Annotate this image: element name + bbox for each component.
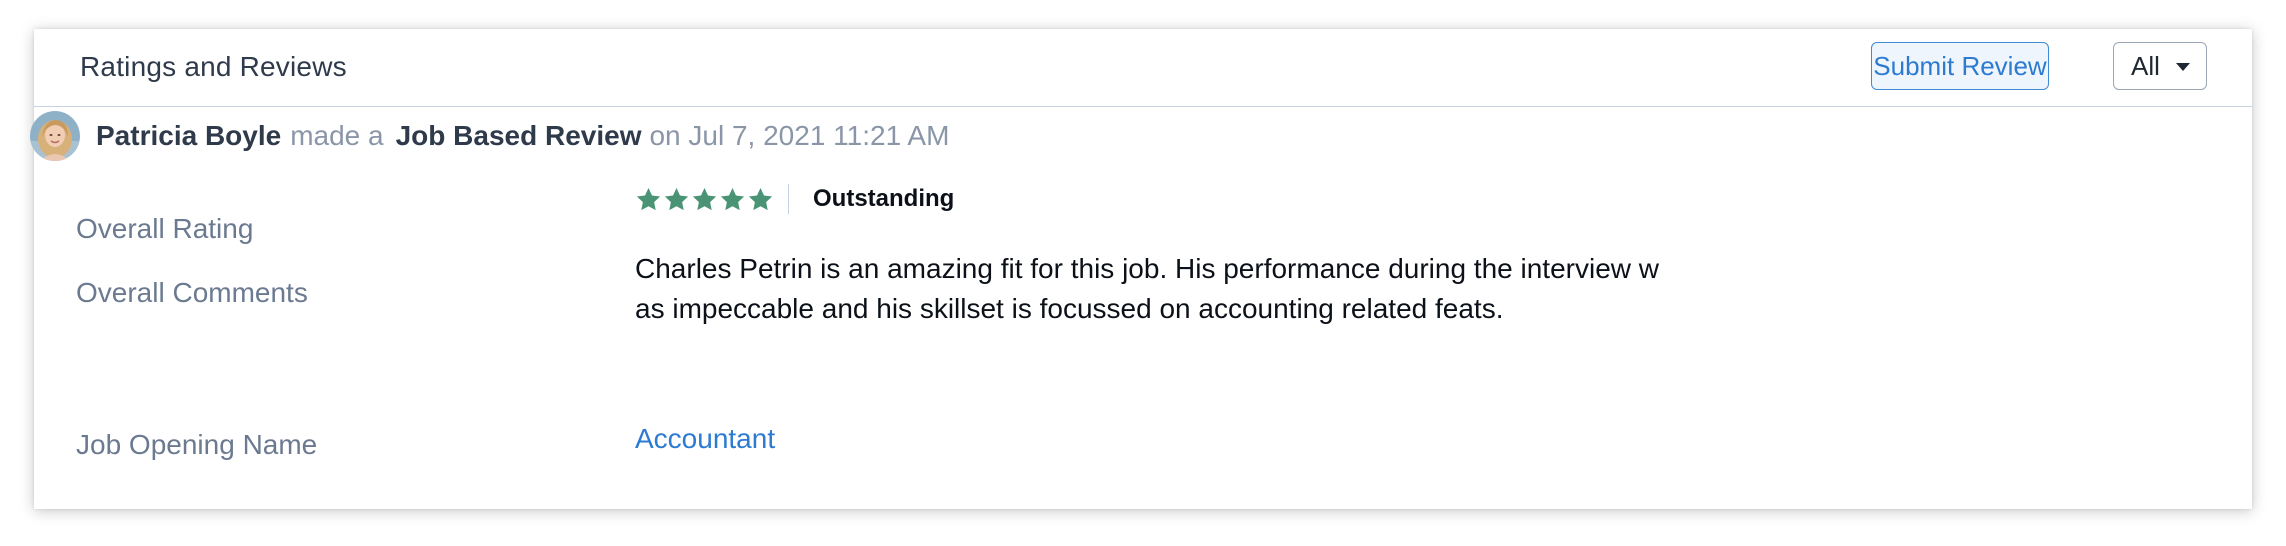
filter-select-value: All (2131, 50, 2160, 81)
overall-comments-label: Overall Comments (76, 277, 308, 308)
review-filter-select[interactable]: All (2113, 42, 2207, 90)
overall-comments-text: Charles Petrin is an amazing fit for thi… (635, 253, 1659, 324)
star-icon (748, 187, 773, 210)
job-opening-link[interactable]: Accountant (635, 423, 775, 455)
star-icon (636, 187, 661, 210)
star-rating: Outstanding (635, 181, 954, 217)
job-opening-label: Job Opening Name (76, 429, 318, 460)
review-header: Patricia Boyle made a Job Based Review o… (30, 110, 949, 162)
reviewer-name[interactable]: Patricia Boyle (96, 120, 281, 152)
overall-rating-label: Overall Rating (76, 213, 254, 244)
caret-down-icon (2176, 63, 2190, 71)
card-header: Ratings and Reviews Submit Review All (34, 29, 2252, 107)
submit-review-button[interactable]: Submit Review (1871, 42, 2049, 90)
made-a-text: made a (290, 120, 384, 151)
review-type: Job Based Review (395, 120, 642, 151)
review-timestamp: on Jul 7, 2021 11:21 AM (649, 120, 950, 151)
avatar (30, 111, 80, 161)
star-icon (692, 187, 717, 210)
star-icon (664, 187, 689, 210)
card-title: Ratings and Reviews (80, 51, 347, 82)
rating-text: Outstanding (813, 185, 955, 212)
star-icon (720, 187, 745, 210)
rating-divider (788, 184, 789, 214)
